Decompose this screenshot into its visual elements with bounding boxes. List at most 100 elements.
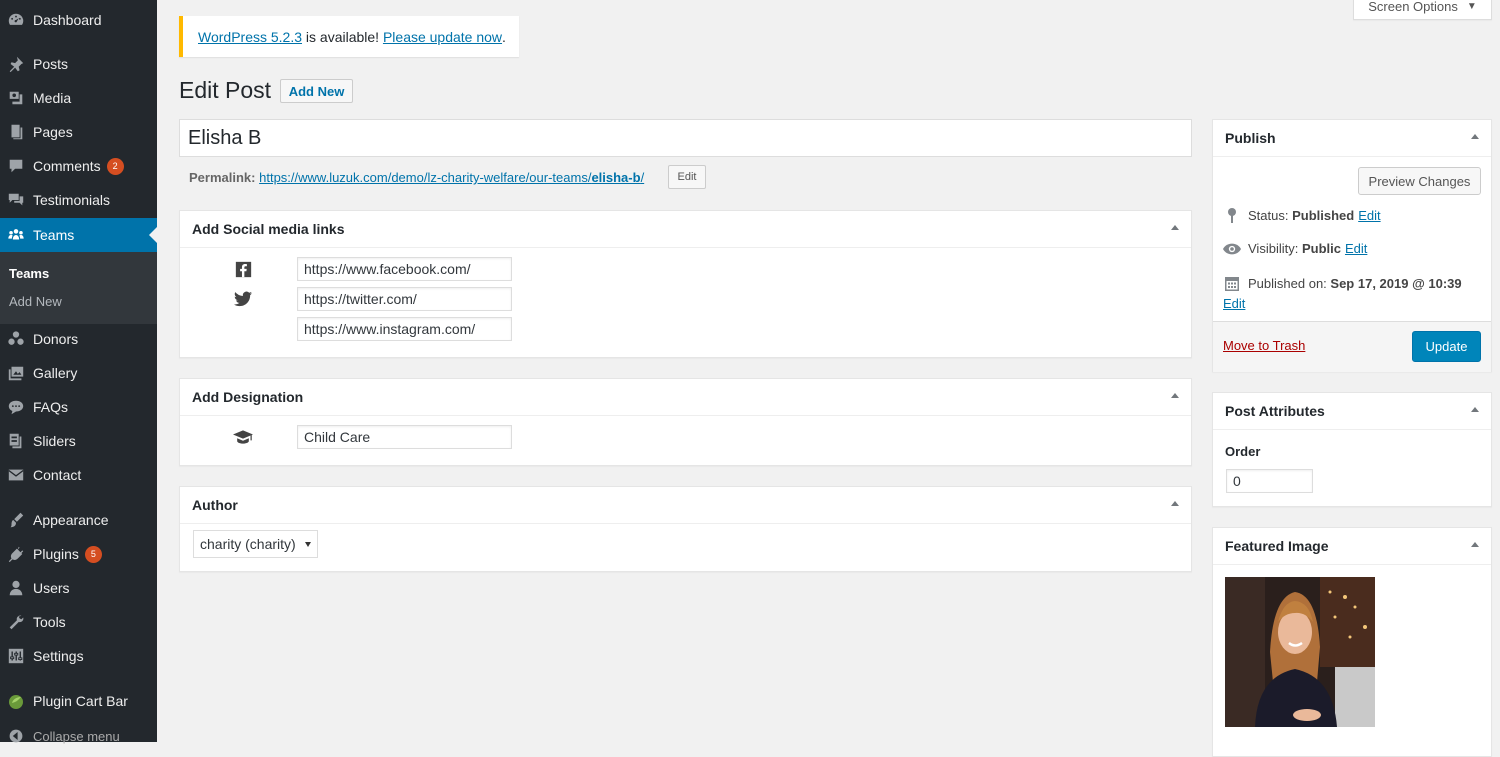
sidebar-item-label: Tools xyxy=(33,614,66,630)
sidebar-item-label: FAQs xyxy=(33,399,69,415)
update-button[interactable]: Update xyxy=(1412,331,1481,362)
sidebar-item-label: Donors xyxy=(33,331,79,347)
sidebar-item-faqs[interactable]: FAQs xyxy=(0,390,157,424)
preview-changes-button[interactable]: Preview Changes xyxy=(1358,167,1481,195)
order-label: Order xyxy=(1225,444,1261,459)
order-input[interactable]: 0 xyxy=(1226,469,1313,493)
sidebar-item-settings[interactable]: Settings xyxy=(0,639,157,673)
sidebar-item-label: Media xyxy=(33,90,72,106)
edit-status-link[interactable]: Edit xyxy=(1358,208,1380,223)
sidebar-item-testimonials[interactable]: Testimonials xyxy=(0,183,157,217)
metabox-title: Author xyxy=(192,497,238,513)
twitter-url-input[interactable]: https://twitter.com/ xyxy=(297,287,512,311)
comment-icon xyxy=(6,156,26,176)
sidebar-item-comments[interactable]: Comments 2 xyxy=(0,149,157,183)
update-now-link[interactable]: Please update now xyxy=(383,29,502,45)
sidebar-item-media[interactable]: Media xyxy=(0,81,157,115)
sidebar-item-label: Contact xyxy=(33,467,82,483)
sidebar-item-sliders[interactable]: Sliders xyxy=(0,424,157,458)
sidebar-item-label: Settings xyxy=(33,648,84,664)
sidebar-item-label: Appearance xyxy=(33,512,109,528)
sidebar-item-label: Collapse menu xyxy=(33,728,120,744)
sidebar-item-donors[interactable]: Donors xyxy=(0,322,157,356)
post-title-input[interactable]: Elisha B xyxy=(179,119,1192,157)
collapse-arrow-icon xyxy=(6,726,26,746)
submenu-item-add-new[interactable]: Add New xyxy=(9,294,62,309)
calendar-icon xyxy=(1223,275,1241,291)
sidebar-item-plugin-cart-bar[interactable]: Plugin Cart Bar xyxy=(0,684,157,718)
dropdown-arrow-icon xyxy=(305,542,311,547)
edit-date-link[interactable]: Edit xyxy=(1223,296,1245,311)
sidebar-item-tools[interactable]: Tools xyxy=(0,605,157,639)
author-selected-value: charity (charity) xyxy=(200,536,296,552)
collapse-toggle-icon[interactable] xyxy=(1471,407,1479,412)
metabox-header[interactable]: Post Attributes xyxy=(1213,393,1491,430)
graduation-cap-icon xyxy=(233,429,253,448)
permalink-label: Permalink: xyxy=(189,170,256,185)
metabox-header[interactable]: Add Social media links xyxy=(180,211,1191,248)
media-icon xyxy=(6,88,26,108)
permalink-link[interactable]: https://www.luzuk.com/demo/lz-charity-we… xyxy=(259,170,644,185)
sidebar-item-pages[interactable]: Pages xyxy=(0,115,157,149)
metabox-header[interactable]: Featured Image xyxy=(1213,528,1491,565)
testimonial-icon xyxy=(6,190,26,210)
published-label: Published on: xyxy=(1248,275,1331,291)
facebook-url-input[interactable]: https://www.facebook.com/ xyxy=(297,257,512,281)
collapse-toggle-icon[interactable] xyxy=(1471,134,1479,139)
update-notice: WordPress 5.2.3 is available! Please upd… xyxy=(179,16,519,57)
metabox-header[interactable]: Add Designation xyxy=(180,379,1191,416)
add-new-button[interactable]: Add New xyxy=(280,79,353,103)
status-row: Status: Published Edit xyxy=(1223,207,1381,223)
pin-icon xyxy=(1223,207,1241,223)
collapse-toggle-icon[interactable] xyxy=(1171,225,1179,230)
sidebar-item-label: Posts xyxy=(33,56,69,72)
metabox-header[interactable]: Author xyxy=(180,487,1191,524)
sidebar-item-label: Sliders xyxy=(33,433,76,449)
eye-icon xyxy=(1223,243,1241,255)
sidebar-item-label: Gallery xyxy=(33,365,78,381)
collapse-toggle-icon[interactable] xyxy=(1171,501,1179,506)
metabox-header[interactable]: Publish xyxy=(1213,120,1491,157)
sidebar-item-users[interactable]: Users xyxy=(0,571,157,605)
move-to-trash-link[interactable]: Move to Trash xyxy=(1223,338,1305,353)
settings-sliders-icon xyxy=(6,646,26,666)
collapse-toggle-icon[interactable] xyxy=(1471,542,1479,547)
permalink-edit-button[interactable]: Edit xyxy=(668,165,706,189)
wordpress-version-link[interactable]: WordPress 5.2.3 xyxy=(198,29,302,45)
sidebar-item-dashboard[interactable]: Dashboard xyxy=(0,3,157,37)
collapse-menu-button[interactable]: Collapse menu xyxy=(0,719,157,753)
faq-bubble-icon xyxy=(6,397,26,417)
caret-down-icon: ▼ xyxy=(1466,1,1477,12)
metabox-title: Add Social media links xyxy=(192,221,345,237)
facebook-icon xyxy=(235,261,252,281)
donors-icon xyxy=(6,329,26,349)
screen-options-button[interactable]: Screen Options ▼ xyxy=(1353,0,1492,20)
visibility-label: Visibility: xyxy=(1248,241,1302,256)
metabox-title: Featured Image xyxy=(1225,538,1329,554)
featured-image-thumbnail[interactable] xyxy=(1225,577,1375,727)
submenu-item-teams[interactable]: Teams xyxy=(9,266,49,281)
metabox-title: Add Designation xyxy=(192,389,304,405)
sidebar-item-contact[interactable]: Contact xyxy=(0,458,157,492)
visibility-row: Visibility: Public Edit xyxy=(1223,241,1367,256)
collapse-toggle-icon[interactable] xyxy=(1171,393,1179,398)
sidebar-item-label: Plugin Cart Bar xyxy=(33,693,128,709)
author-select[interactable]: charity (charity) xyxy=(193,530,318,558)
notice-end: . xyxy=(502,28,506,45)
sidebar-item-gallery[interactable]: Gallery xyxy=(0,356,157,390)
sidebar-item-teams[interactable]: Teams xyxy=(0,218,157,252)
gallery-icon xyxy=(6,363,26,383)
slides-icon xyxy=(6,431,26,451)
leaf-logo-icon xyxy=(6,691,26,711)
edit-visibility-link[interactable]: Edit xyxy=(1345,241,1367,256)
permalink-end: / xyxy=(640,170,645,185)
status-label: Status: xyxy=(1248,207,1293,223)
designation-input[interactable]: Child Care xyxy=(297,425,512,449)
sidebar-item-posts[interactable]: Posts xyxy=(0,47,157,81)
plug-icon xyxy=(6,544,26,564)
sidebar-item-plugins[interactable]: Plugins 5 xyxy=(0,537,157,571)
instagram-url-input[interactable]: https://www.instagram.com/ xyxy=(297,317,512,341)
sidebar-item-appearance[interactable]: Appearance xyxy=(0,503,157,537)
permalink-base: https://www.luzuk.com/demo/lz-charity-we… xyxy=(259,170,592,185)
paintbrush-icon xyxy=(6,510,26,530)
